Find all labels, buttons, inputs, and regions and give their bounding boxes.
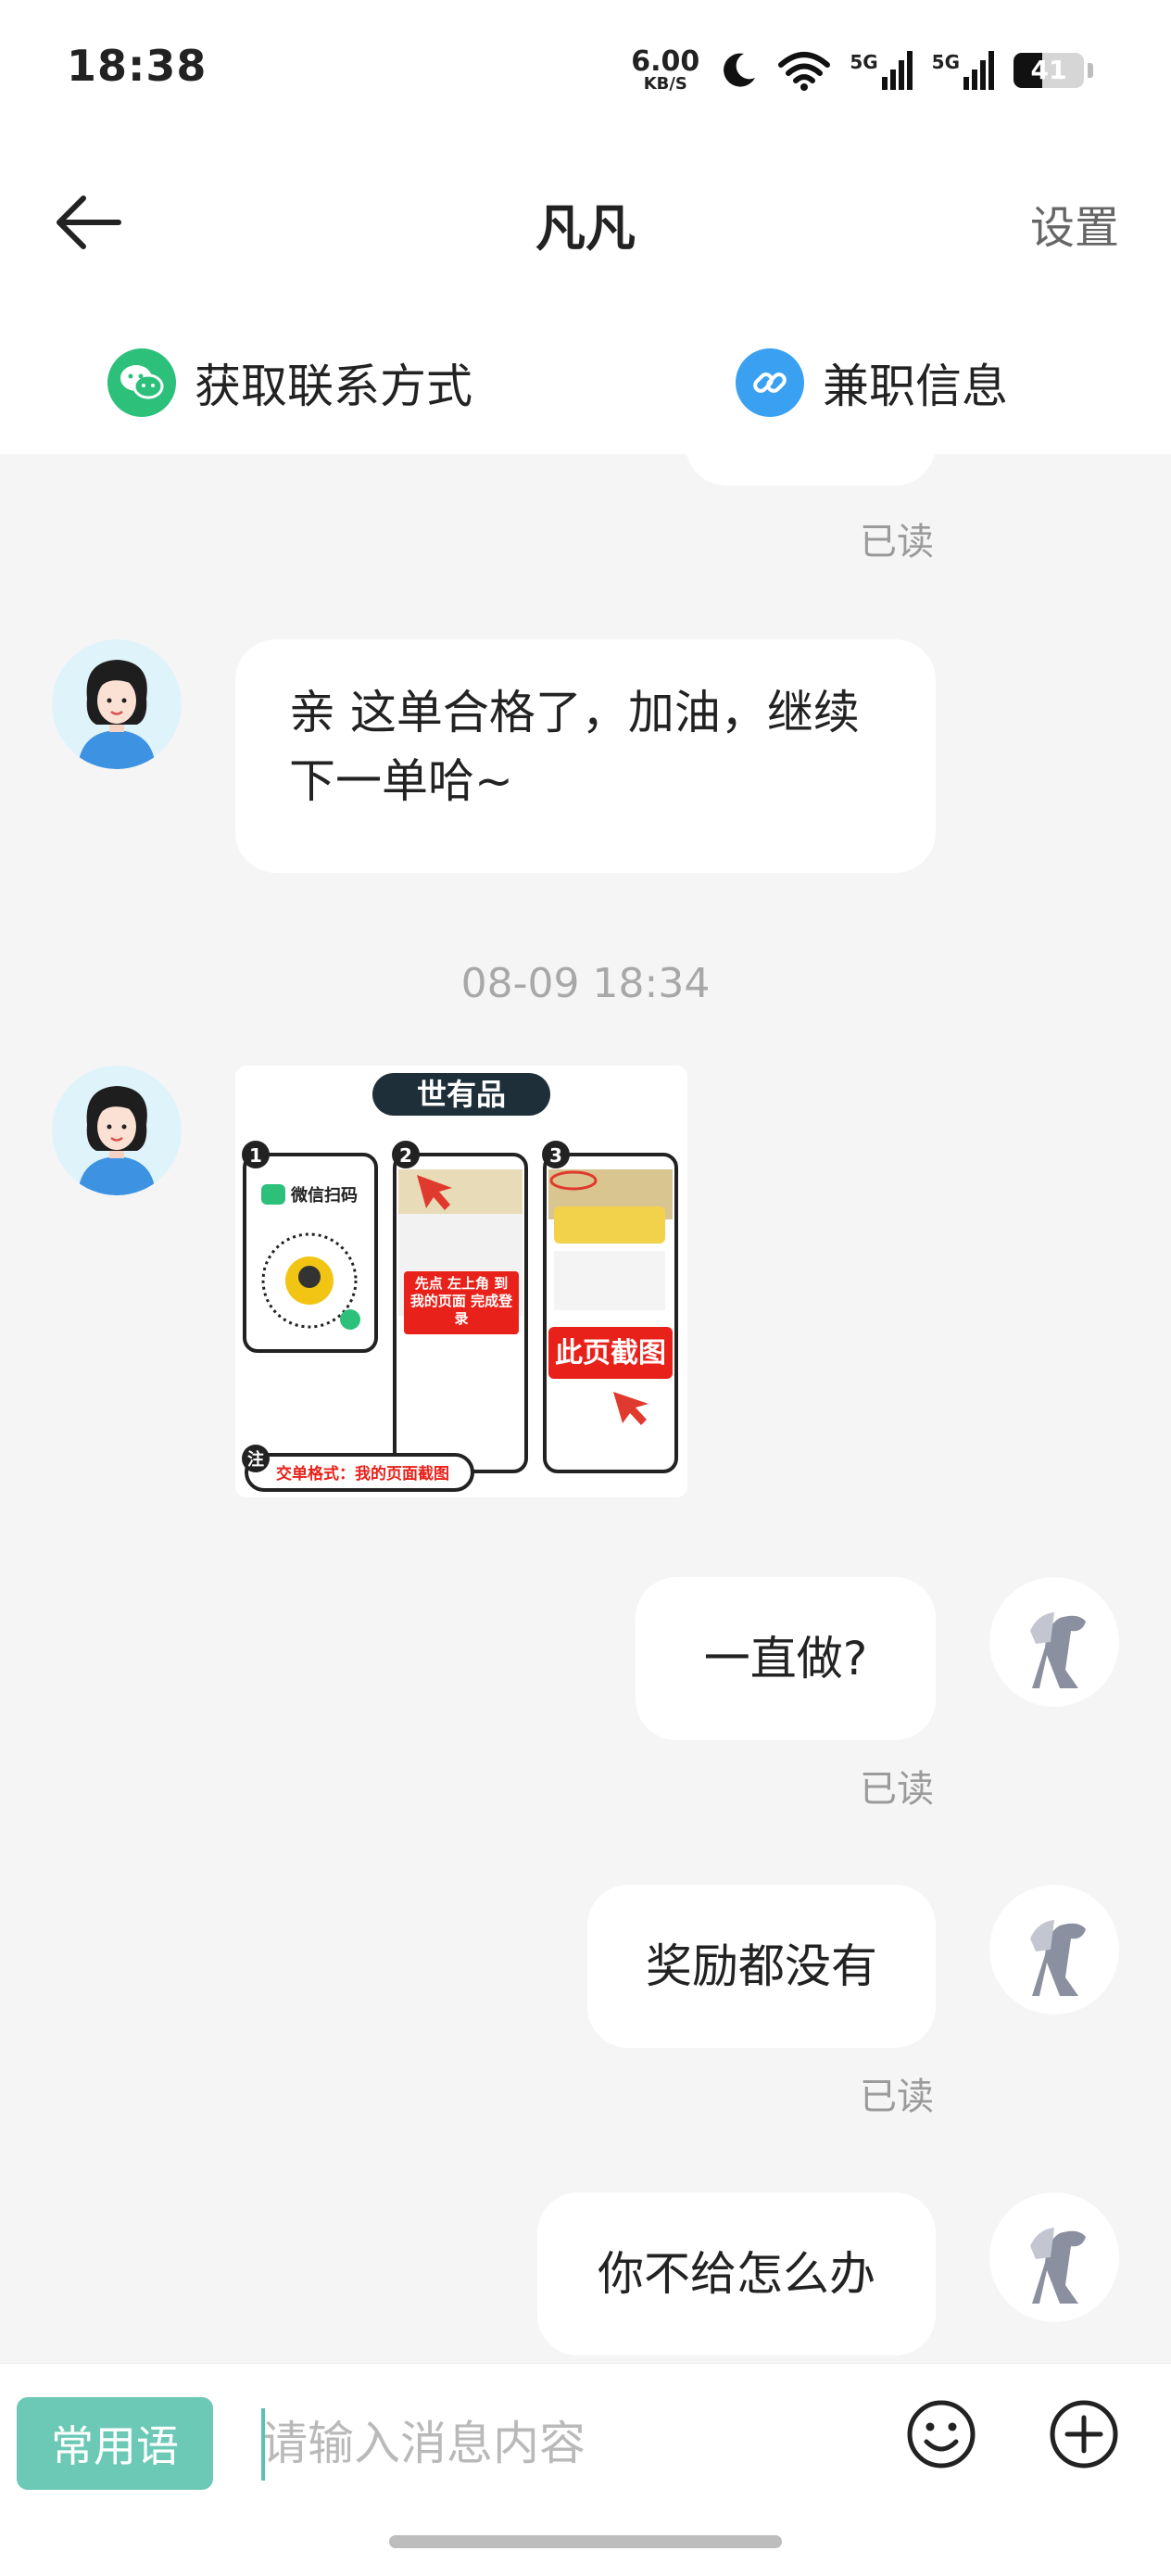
contact-avatar[interactable] bbox=[52, 1066, 182, 1195]
read-receipt: 已读 bbox=[860, 521, 934, 563]
battery-icon: 41 bbox=[1014, 53, 1084, 88]
settings-button[interactable]: 设置 bbox=[1030, 191, 1119, 256]
message-bubble-right[interactable] bbox=[686, 454, 936, 486]
note-text: 交单格式：我的页面截图 bbox=[276, 1464, 449, 1484]
message-text: 亲 这单合格了，加油，继续下一单哈~ bbox=[289, 686, 860, 808]
home-indicator[interactable] bbox=[389, 2535, 782, 2548]
signal-5g-label-2: 5G bbox=[931, 51, 960, 73]
part-time-info-label: 兼职信息 bbox=[823, 360, 1008, 413]
text-caret bbox=[261, 2408, 265, 2481]
instruction-image: 世有品 1 微信扫码 2 先点 左上角 到 我的页面 完成登录 3 此页截图 注… bbox=[235, 1066, 687, 1497]
user-avatar[interactable] bbox=[989, 1577, 1119, 1707]
plus-icon[interactable] bbox=[1047, 2397, 1121, 2471]
step-2-label: 先点 左上角 到 我的页面 完成登录 bbox=[409, 1275, 513, 1327]
signal-bars-icon bbox=[963, 51, 994, 90]
image-title: 世有品 bbox=[417, 1077, 506, 1112]
page-title: 凡凡 bbox=[535, 199, 636, 258]
moon-icon bbox=[724, 53, 756, 87]
step-3-label: 此页截图 bbox=[555, 1337, 666, 1370]
wechat-icon bbox=[107, 348, 176, 417]
net-speed: 6.00 KB/S bbox=[631, 48, 699, 93]
get-contact-label: 获取联系方式 bbox=[195, 360, 472, 413]
battery-level: 41 bbox=[1030, 55, 1067, 85]
user-avatar[interactable] bbox=[989, 2192, 1119, 2322]
common-phrases-button[interactable]: 常用语 bbox=[17, 2397, 213, 2490]
signal-5g-1: 5G bbox=[850, 51, 913, 90]
message-bubble-right[interactable]: 一直做? bbox=[636, 1577, 936, 1740]
emoji-icon[interactable] bbox=[904, 2397, 978, 2471]
chat-screen: 18:38 6.00 KB/S 5G 5G 41 凡凡 设置 获取联系方式 兼职… bbox=[0, 0, 1171, 2576]
note-mark: 注 bbox=[247, 1449, 264, 1470]
part-time-info-link[interactable]: 兼职信息 bbox=[736, 348, 1008, 417]
step-2-number: 2 bbox=[399, 1144, 412, 1167]
status-icons: 6.00 KB/S 5G 5G 41 bbox=[631, 44, 1093, 96]
image-message[interactable]: 世有品 1 微信扫码 2 先点 左上角 到 我的页面 完成登录 3 此页截图 注… bbox=[235, 1066, 687, 1497]
message-list[interactable]: 已读 亲 这单合格了，加油，继续下一单哈~ 08-09 18:34 世有品 1 … bbox=[0, 454, 1171, 2363]
step-3-number: 3 bbox=[549, 1144, 562, 1167]
user-avatar[interactable] bbox=[989, 1885, 1119, 2014]
battery-tip bbox=[1088, 63, 1093, 78]
signal-bars-icon bbox=[881, 51, 913, 90]
get-contact-link[interactable]: 获取联系方式 bbox=[107, 348, 472, 417]
read-receipt: 已读 bbox=[860, 1768, 934, 1811]
signal-5g-2: 5G bbox=[932, 51, 995, 90]
message-input[interactable] bbox=[261, 2397, 854, 2490]
contact-avatar[interactable] bbox=[52, 639, 182, 769]
chat-header: 凡凡 设置 bbox=[0, 139, 1171, 306]
message-bubble-left[interactable]: 亲 这单合格了，加油，继续下一单哈~ bbox=[235, 639, 936, 873]
message-bubble-right[interactable]: 奖励都没有 bbox=[587, 1885, 936, 2048]
link-icon bbox=[736, 348, 804, 417]
read-receipt: 已读 bbox=[860, 2076, 934, 2118]
signal-5g-label-1: 5G bbox=[850, 51, 878, 73]
message-text: 奖励都没有 bbox=[646, 1939, 877, 1993]
message-text: 一直做? bbox=[703, 1632, 868, 1686]
message-bubble-right[interactable]: 你不给怎么办 bbox=[537, 2192, 936, 2355]
status-bar: 18:38 6.00 KB/S 5G 5G 41 bbox=[0, 0, 1171, 139]
step-1-number: 1 bbox=[249, 1144, 262, 1167]
net-speed-unit: KB/S bbox=[643, 74, 687, 94]
message-text: 你不给怎么办 bbox=[598, 2247, 875, 2301]
status-time: 18:38 bbox=[67, 41, 208, 91]
net-speed-value: 6.00 bbox=[631, 45, 700, 78]
message-timestamp: 08-09 18:34 bbox=[460, 960, 711, 1007]
step-1-label: 微信扫码 bbox=[290, 1185, 358, 1206]
wifi-icon bbox=[778, 52, 831, 91]
quick-links-bar: 获取联系方式 兼职信息 bbox=[0, 306, 1171, 454]
